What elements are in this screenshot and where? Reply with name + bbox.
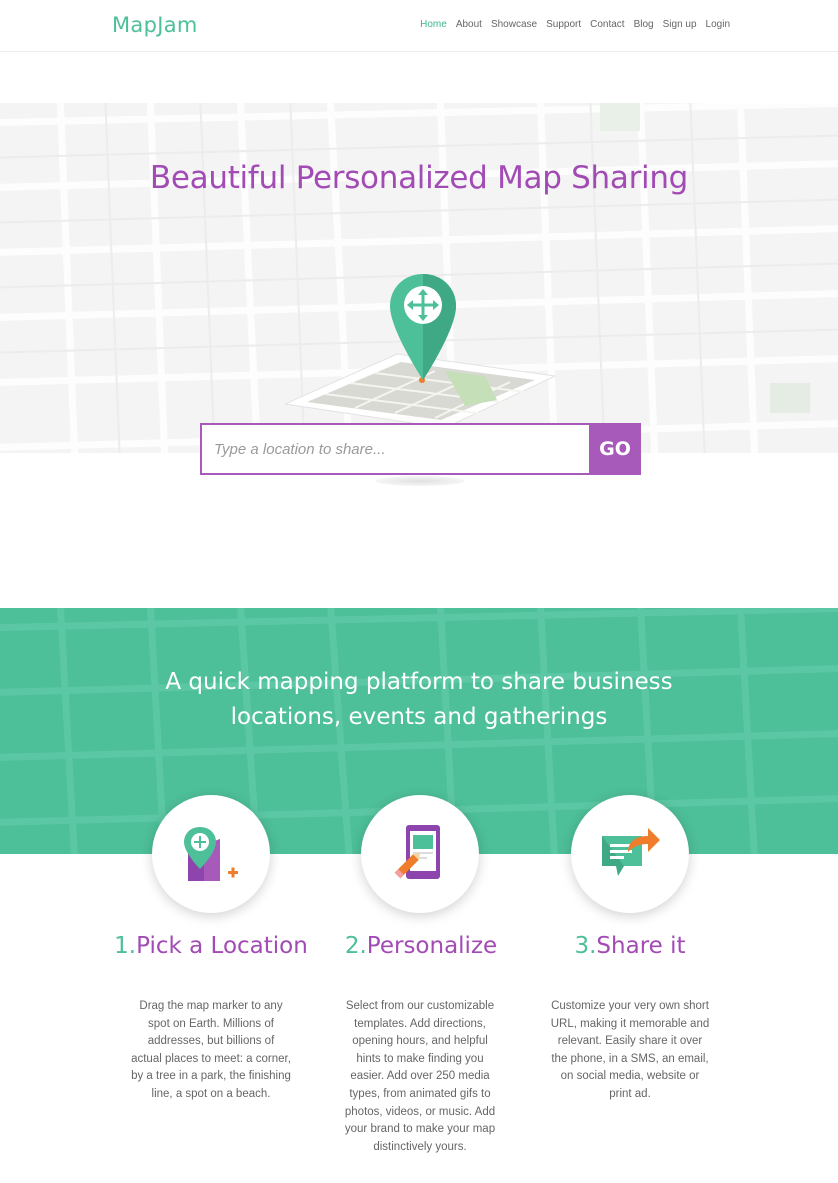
nav-support[interactable]: Support [546, 19, 581, 30]
nav-login[interactable]: Login [706, 19, 730, 30]
feature-icon-circle [571, 795, 689, 913]
share-chat-icon [602, 828, 660, 876]
band-title-line2: locations, events and gatherings [230, 704, 608, 730]
nav-contact[interactable]: Contact [590, 19, 624, 30]
feature-icon-circle [152, 795, 270, 913]
search-shadow [375, 476, 465, 486]
nav-signup[interactable]: Sign up [663, 19, 697, 30]
feature-number: 1. [114, 933, 137, 959]
go-button[interactable]: GO [589, 423, 641, 475]
feature-icon-circle [361, 795, 479, 913]
feature-title-share-it: 3.Share it [510, 933, 750, 959]
feature-description: Customize your very own short URL, makin… [550, 1000, 710, 1100]
feature-title-text: Pick a Location [136, 933, 308, 959]
map-marker-icon [184, 827, 238, 881]
nav-home[interactable]: Home [420, 19, 447, 30]
search-box [200, 423, 589, 475]
tablet-pencil-icon [394, 825, 440, 879]
band-title: A quick mapping platform to share busine… [0, 665, 838, 735]
feature-title-text: Share it [596, 933, 686, 959]
site-header: MapJam Home About Showcase Support Conta… [0, 0, 838, 52]
hero-title: Beautiful Personalized Map Sharing [149, 160, 689, 196]
nav-showcase[interactable]: Showcase [491, 19, 537, 30]
logo[interactable]: MapJam [112, 13, 198, 37]
nav-blog[interactable]: Blog [634, 19, 654, 30]
feature-description: Drag the map marker to any spot on Earth… [131, 1000, 291, 1100]
feature-number: 2. [344, 933, 367, 959]
feature-title-pick-location: 1.Pick a Location [91, 933, 331, 959]
location-search-input[interactable] [214, 440, 589, 458]
nav-about[interactable]: About [456, 19, 482, 30]
main-nav: Home About Showcase Support Contact Blog… [420, 19, 730, 30]
feature-title-text: Personalize [366, 933, 498, 959]
location-search: GO [200, 423, 641, 475]
feature-description: Select from our customizable templates. … [344, 1000, 496, 1153]
feature-number: 3. [574, 933, 597, 959]
feature-title-personalize: 2.Personalize [301, 933, 541, 959]
band-title-line1: A quick mapping platform to share busine… [165, 669, 673, 695]
map-pin-icon [390, 274, 456, 380]
